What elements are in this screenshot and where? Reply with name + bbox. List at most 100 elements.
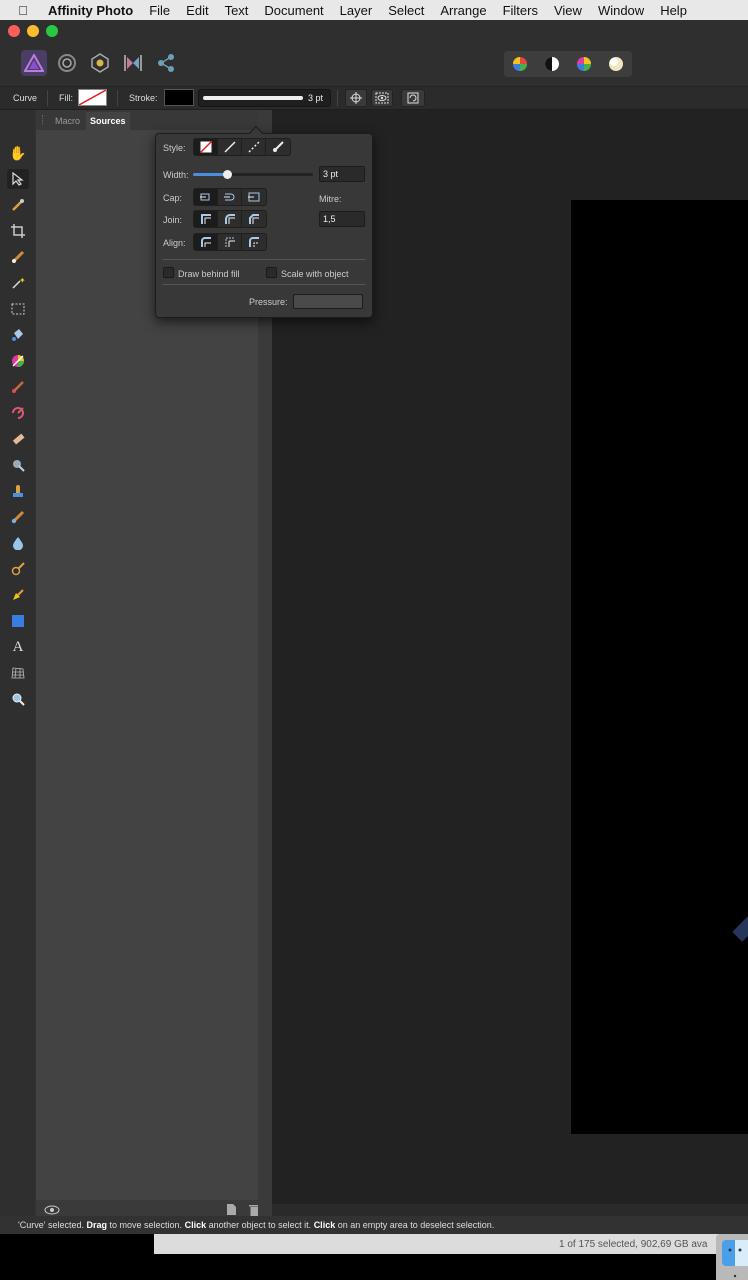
panel-tabs: Macro Sources <box>36 110 258 130</box>
menu-layer[interactable]: Layer <box>332 3 381 18</box>
menu-arrange[interactable]: Arrange <box>432 3 494 18</box>
liquify-brush-tool-icon[interactable] <box>7 559 29 579</box>
stroke-width-selector[interactable]: 3 pt <box>198 89 331 107</box>
dodge-tool-icon[interactable] <box>7 455 29 475</box>
artistic-text-tool-icon[interactable]: A <box>7 637 29 657</box>
color-picker-tool-icon[interactable] <box>7 195 29 215</box>
mesh-warp-tool-icon[interactable] <box>7 663 29 683</box>
menubar:  Affinity Photo File Edit Text Document… <box>0 0 748 20</box>
divider <box>47 90 48 106</box>
fill-label: Fill: <box>59 93 73 103</box>
texture-line-icon[interactable] <box>266 139 290 155</box>
dashed-line-icon[interactable] <box>242 139 266 155</box>
apple-icon[interactable]:  <box>0 3 46 18</box>
cap-selector <box>193 188 267 206</box>
menu-file[interactable]: File <box>141 3 178 18</box>
pressure-curve-button[interactable] <box>293 294 363 309</box>
align-label: Align: <box>163 238 186 248</box>
maximize-window-button[interactable] <box>46 25 58 37</box>
pressure-label: Pressure: <box>249 297 288 307</box>
flood-fill-tool-icon[interactable] <box>7 325 29 345</box>
finder-dock-icon[interactable] <box>716 1234 748 1280</box>
stroke-width-value: 3 pt <box>308 93 324 103</box>
menu-filters[interactable]: Filters <box>495 3 546 18</box>
menu-window[interactable]: Window <box>590 3 652 18</box>
title-bar <box>0 20 748 42</box>
align-center-icon[interactable] <box>194 234 218 250</box>
round-join-icon[interactable] <box>218 211 242 227</box>
marquee-tool-icon[interactable] <box>7 299 29 319</box>
width-slider[interactable] <box>193 170 313 179</box>
align-outside-icon[interactable] <box>242 234 266 250</box>
round-cap-icon[interactable] <box>218 189 242 205</box>
minimize-window-button[interactable] <box>27 25 39 37</box>
rotate-icon[interactable] <box>401 89 425 107</box>
divider <box>337 90 338 106</box>
menu-document[interactable]: Document <box>256 3 331 18</box>
blemish-removal-tool-icon[interactable] <box>7 507 29 527</box>
menu-app-name[interactable]: Affinity Photo <box>46 3 141 18</box>
color-wheel-icon[interactable] <box>504 51 536 77</box>
selection-brush-tool-icon[interactable] <box>7 247 29 267</box>
blur-brush-tool-icon[interactable] <box>7 533 29 553</box>
scale-with-object-checkbox[interactable] <box>266 267 277 278</box>
fill-swatch[interactable] <box>78 89 107 106</box>
tone-mapping-persona-icon[interactable] <box>120 50 146 76</box>
pen-tool-icon[interactable] <box>7 585 29 605</box>
hand-tool-icon[interactable]: ✋ <box>7 143 29 163</box>
flood-select-tool-icon[interactable]: ✦ <box>7 273 29 293</box>
export-persona-icon[interactable] <box>153 50 179 76</box>
menu-text[interactable]: Text <box>217 3 257 18</box>
style-selector <box>193 138 291 156</box>
no-stroke-icon[interactable] <box>194 139 218 155</box>
move-tool-icon[interactable] <box>7 169 29 189</box>
clone-tool-icon[interactable] <box>7 481 29 501</box>
gradient-tool-icon[interactable] <box>7 351 29 371</box>
status-drag-text: to move selection. <box>109 1220 183 1230</box>
stroke-swatch[interactable] <box>164 89 194 106</box>
menu-select[interactable]: Select <box>380 3 432 18</box>
liquify-persona-icon[interactable] <box>54 50 80 76</box>
context-object-label: Curve <box>13 93 38 103</box>
photo-persona-icon[interactable] <box>21 50 47 76</box>
svg-text:✦: ✦ <box>19 276 25 285</box>
butt-cap-icon[interactable] <box>194 189 218 205</box>
divider <box>117 90 118 106</box>
bevel-join-icon[interactable] <box>242 211 266 227</box>
rectangle-tool-icon[interactable] <box>7 611 29 631</box>
white-balance-icon[interactable] <box>600 51 632 77</box>
close-window-button[interactable] <box>8 25 20 37</box>
draw-behind-fill-checkbox[interactable] <box>163 267 174 278</box>
document-canvas[interactable] <box>571 200 748 1134</box>
tab-sources[interactable]: Sources <box>86 112 130 130</box>
width-field[interactable]: 3 pt <box>319 166 365 182</box>
tab-macro[interactable]: Macro <box>51 112 84 130</box>
crop-tool-icon[interactable] <box>7 221 29 241</box>
erase-brush-tool-icon[interactable] <box>7 429 29 449</box>
divider <box>162 259 366 260</box>
menu-help[interactable]: Help <box>652 3 695 18</box>
zoom-tool-icon[interactable] <box>7 689 29 709</box>
color-replacement-tool-icon[interactable] <box>7 403 29 423</box>
square-cap-icon[interactable] <box>242 189 266 205</box>
stroke-label: Stroke: <box>129 93 158 103</box>
menu-view[interactable]: View <box>546 3 590 18</box>
solid-line-icon[interactable] <box>218 139 242 155</box>
panel-grip[interactable] <box>42 115 44 125</box>
align-inside-icon[interactable] <box>218 234 242 250</box>
width-slider-knob[interactable] <box>222 170 232 179</box>
paint-brush-tool-icon[interactable] <box>7 377 29 397</box>
miter-join-icon[interactable] <box>194 211 218 227</box>
width-slider-fill <box>193 173 227 176</box>
align-selector <box>193 233 267 251</box>
crosshair-icon[interactable] <box>345 89 367 107</box>
mitre-field[interactable]: 1,5 <box>319 211 365 227</box>
contrast-icon[interactable] <box>536 51 568 77</box>
develop-persona-icon[interactable] <box>87 50 113 76</box>
finder-status-bar: 1 of 175 selected, 902,69 GB ava <box>154 1234 748 1254</box>
saturation-icon[interactable] <box>568 51 600 77</box>
menu-edit[interactable]: Edit <box>178 3 216 18</box>
transform-eye-icon[interactable] <box>371 89 393 107</box>
status-click2-text: on an empty area to deselect selection. <box>337 1220 495 1230</box>
status-selected: 'Curve' selected. <box>18 1220 84 1230</box>
